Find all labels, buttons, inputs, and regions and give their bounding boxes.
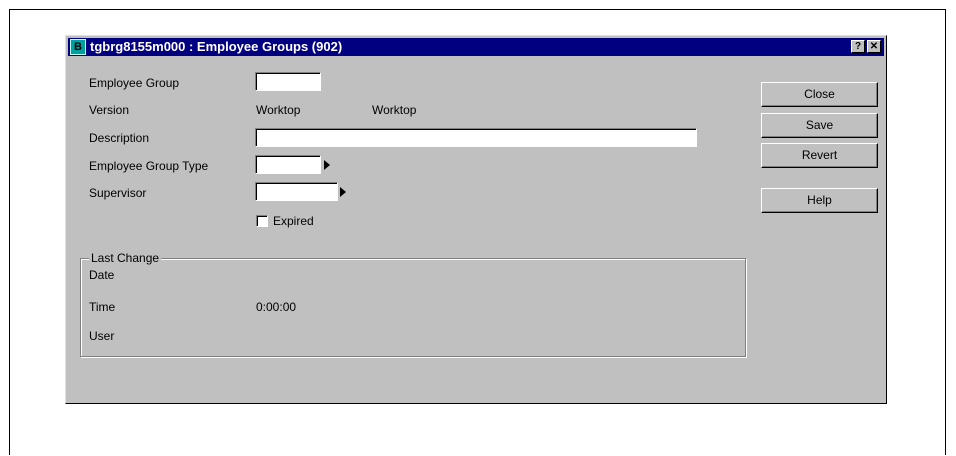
employee-group-type-field[interactable] (255, 155, 321, 174)
time-label: Time (89, 300, 116, 314)
revert-button[interactable]: Revert (761, 143, 878, 168)
save-button[interactable]: Save (761, 113, 878, 138)
employee-group-label: Employee Group (89, 76, 180, 90)
version-value-1: Worktop (256, 103, 301, 117)
description-label: Description (89, 131, 150, 145)
date-label: Date (89, 268, 115, 282)
description-field[interactable] (255, 128, 697, 147)
employee-group-field[interactable] (255, 72, 321, 91)
help-icon[interactable]: ? (851, 40, 865, 53)
supervisor-field[interactable] (255, 182, 338, 201)
close-button[interactable]: Close (761, 82, 878, 107)
version-label: Version (89, 103, 130, 117)
user-label: User (89, 329, 115, 343)
last-change-group: Last Change Date Time 0:00:00 User (80, 251, 746, 357)
employee-group-type-label: Employee Group Type (89, 159, 209, 173)
supervisor-label: Supervisor (89, 186, 147, 200)
close-icon[interactable]: ✕ (867, 40, 881, 53)
last-change-title: Last Change (89, 251, 162, 265)
zoom-arrow-icon[interactable] (340, 187, 346, 197)
version-value-2: Worktop (372, 103, 417, 117)
title-bar[interactable]: B tgbrg8155m000 : Employee Groups (902) … (68, 38, 884, 56)
help-button[interactable]: Help (761, 188, 878, 213)
employee-groups-window: B tgbrg8155m000 : Employee Groups (902) … (65, 35, 887, 404)
zoom-arrow-icon[interactable] (324, 160, 330, 170)
time-value: 0:00:00 (256, 300, 297, 314)
app-icon[interactable]: B (70, 39, 86, 55)
expired-checkbox[interactable] (256, 215, 268, 227)
expired-label[interactable]: Expired (273, 214, 314, 228)
window-title: tgbrg8155m000 : Employee Groups (902) (90, 39, 343, 54)
